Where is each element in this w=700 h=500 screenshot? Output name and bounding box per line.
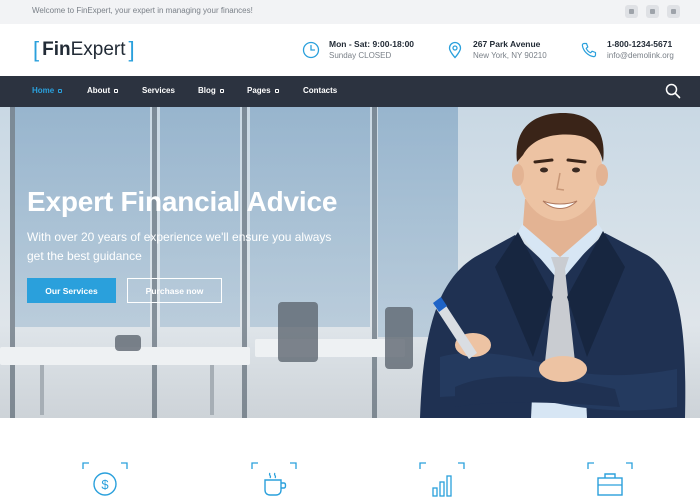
site-header: [ Fin Expert ] Mon - Sat: 9:00-18:00 Sun…: [0, 24, 700, 76]
nav-item-label: Blog: [198, 86, 216, 95]
svg-text:$: $: [101, 477, 109, 492]
facebook-icon[interactable]: [625, 5, 638, 18]
nav-item-label: Contacts: [303, 86, 338, 95]
desk-leg: [210, 365, 214, 415]
search-icon[interactable]: [665, 83, 681, 99]
map-pin-icon: [448, 41, 462, 59]
hero-subtitle: With over 20 years of experience we'll e…: [27, 230, 332, 263]
google-plus-icon[interactable]: [667, 5, 680, 18]
nav-item-label: Services: [142, 86, 175, 95]
address-info: 267 Park Avenue New York, NY 90210: [446, 38, 547, 62]
purchase-now-button[interactable]: Purchase now: [127, 278, 222, 303]
coffee-cup-icon: [251, 462, 297, 496]
dropdown-icon: [114, 88, 119, 93]
nav-item-label: Home: [32, 86, 55, 95]
businessman-photo: [420, 113, 686, 418]
hours-subtitle: Sunday CLOSED: [329, 51, 392, 60]
hero-title: Expert Financial Advice: [27, 186, 338, 217]
address-subtitle: New York, NY 90210: [473, 51, 547, 60]
background-chair: [385, 307, 413, 369]
bar-chart-icon: [419, 462, 465, 497]
nav-item-about[interactable]: About: [87, 86, 119, 95]
welcome-message: Welcome to FinExpert, your expert in man…: [32, 6, 253, 15]
phone-icon: [581, 42, 597, 58]
nav-item-blog[interactable]: Blog: [198, 86, 224, 95]
logo-text-bold: Fin: [42, 39, 71, 60]
logo-bracket-right: ]: [128, 37, 135, 62]
contact-info: 1-800-1234-5671 info@demolink.org: [580, 38, 674, 62]
nav-item-pages[interactable]: Pages: [247, 86, 279, 95]
background-chair: [278, 302, 318, 362]
window-frame: [372, 107, 377, 418]
phone-number[interactable]: 1-800-1234-5671: [607, 38, 674, 50]
top-bar: Welcome to FinExpert, your expert in man…: [0, 0, 700, 24]
nav-item-label: About: [87, 86, 111, 95]
dropdown-icon: [274, 88, 279, 93]
email-address[interactable]: info@demolink.org: [607, 50, 674, 62]
background-laptop: [115, 335, 141, 351]
dropdown-icon: [58, 88, 63, 93]
site-logo[interactable]: [ Fin Expert ]: [33, 39, 135, 61]
dropdown-icon: [219, 88, 224, 93]
twitter-icon[interactable]: [646, 5, 659, 18]
briefcase-icon: [587, 462, 633, 496]
address-title: 267 Park Avenue: [473, 39, 541, 49]
logo-bracket-left: [: [33, 37, 40, 62]
nav-item-contacts[interactable]: Contacts: [303, 86, 337, 95]
our-services-button[interactable]: Our Services: [27, 278, 116, 303]
nav-item-services[interactable]: Services: [142, 86, 175, 95]
nav-item-home[interactable]: Home: [32, 86, 63, 95]
clock-icon: [302, 41, 320, 59]
hours-title: Mon - Sat: 9:00-18:00: [329, 39, 415, 49]
main-navigation: Home About Services Blog Pages Contacts: [0, 76, 700, 107]
window-frame: [10, 107, 15, 418]
logo-text-light: Expert: [70, 39, 126, 60]
opening-hours: Mon - Sat: 9:00-18:00 Sunday CLOSED: [302, 38, 414, 62]
nav-item-label: Pages: [247, 86, 271, 95]
dollar-coin-icon: $: [82, 462, 128, 496]
desk-leg: [40, 365, 44, 415]
